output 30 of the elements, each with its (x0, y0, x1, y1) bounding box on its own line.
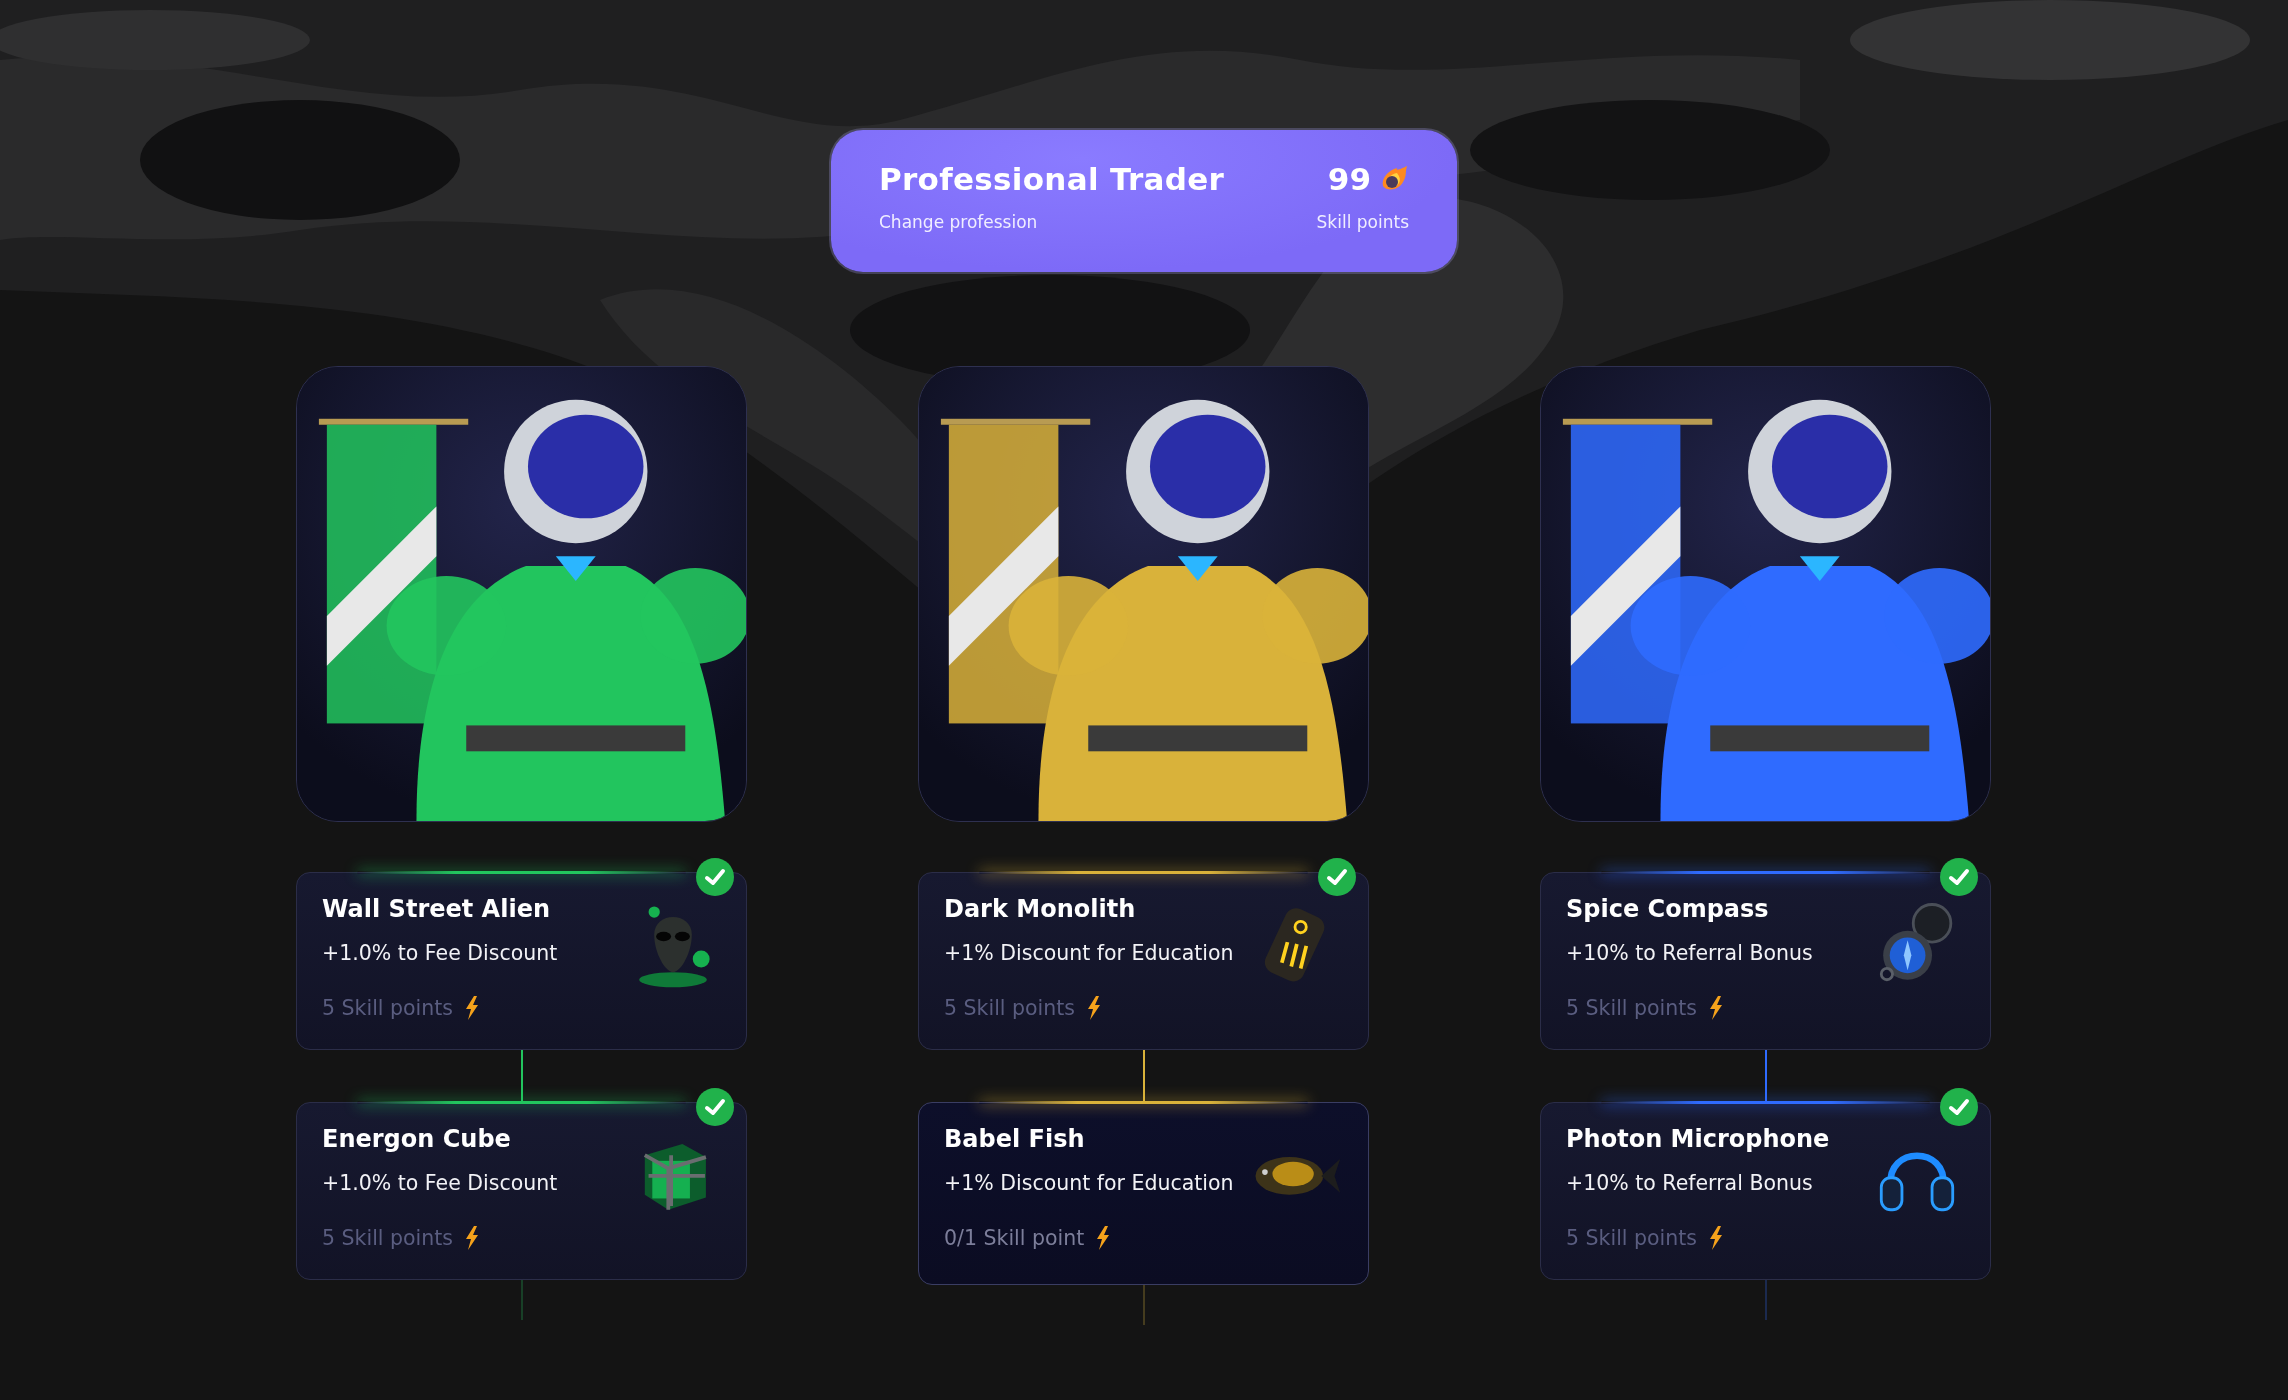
lightning-icon (1709, 995, 1723, 1020)
lightning-icon (1087, 995, 1101, 1020)
skill-card[interactable]: Dark Monolith +1% Discount for Education 5 Skill points (918, 872, 1369, 1050)
skill-bonus: +10% to Referral Bonus (1566, 1169, 1814, 1197)
skill-bonus: +1% Discount for Education (944, 1169, 1235, 1197)
skill-title: Photon Microphone (1566, 1125, 1831, 1154)
skill-title: Babel Fish (944, 1125, 1086, 1154)
skill-bonus: +1% Discount for Education (944, 939, 1235, 967)
skill-bonus: +1.0% to Fee Discount (322, 939, 559, 967)
skill-title: Dark Monolith (944, 895, 1137, 924)
lightning-icon (1096, 1225, 1111, 1250)
skill-title: Spice Compass (1566, 895, 1770, 924)
skill-cost: 5 Skill points (322, 1224, 453, 1252)
skill-card[interactable]: Photon Microphone +10% to Referral Bonus 5 Skill points (1540, 1102, 1991, 1280)
skill-bonus: +10% to Referral Bonus (1566, 939, 1814, 967)
lightning-icon (465, 995, 479, 1020)
skill-card[interactable]: Energon Cube +1.0% to Fee Discount 5 Skill points (296, 1102, 747, 1280)
skill-cost: 5 Skill points (1566, 994, 1697, 1022)
skill-card[interactable]: Wall Street Alien +1.0% to Fee Discount 5 Skill points (296, 872, 747, 1050)
skill-cost: 5 Skill points (1566, 1224, 1697, 1252)
skill-title: Wall Street Alien (322, 895, 551, 924)
skill-cost: 0/1 Skill point (944, 1224, 1085, 1252)
skill-title: Energon Cube (322, 1125, 512, 1154)
skill-cost: 5 Skill points (322, 994, 453, 1022)
skill-bonus: +1.0% to Fee Discount (322, 1169, 559, 1197)
skill-card[interactable]: Spice Compass +10% to Referral Bonus 5 Skill points (1540, 872, 1991, 1050)
skill-cost: 5 Skill points (944, 994, 1075, 1022)
lightning-icon (1709, 1225, 1723, 1250)
lightning-icon (465, 1225, 479, 1250)
skill-card[interactable]: Babel Fish +1% Discount for Education 0/1 Skill point (918, 1102, 1369, 1285)
